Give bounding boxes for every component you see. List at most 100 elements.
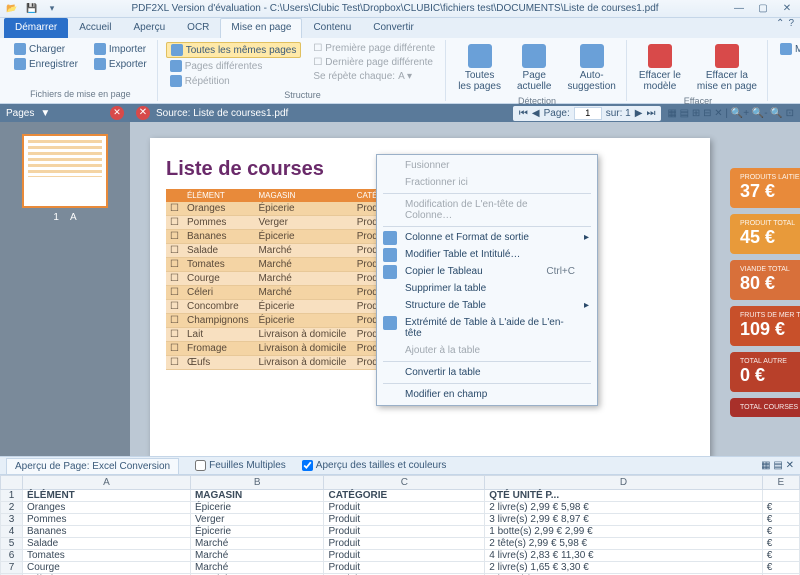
maximize-icon[interactable]: ▢	[754, 3, 772, 14]
preview-header: Aperçu de Page: Excel Conversion Feuille…	[0, 457, 800, 475]
page-input[interactable]	[574, 107, 602, 120]
page-actuelle-button[interactable]: Page actuelle	[513, 42, 555, 94]
context-menu-item[interactable]: Structure de Table▸	[379, 297, 595, 314]
page-of-label: sur: 1	[606, 108, 631, 119]
toutes-memes-pages-button[interactable]: Toutes les mêmes pages	[166, 42, 302, 58]
group-detection: Toutes les pages Page actuelle Auto-sugg…	[448, 40, 627, 101]
close-icon[interactable]: ✕	[778, 3, 796, 14]
thumb-labels: 1 A	[0, 212, 130, 223]
mise-en-page-copie-button[interactable]: Mise en page de la copie ▾	[776, 42, 800, 56]
pages-panel-title: Pages	[6, 108, 34, 119]
feuilles-multiples-check[interactable]: Feuilles Multiples	[195, 460, 286, 471]
summary-card: PRODUITS LAITIERS TOTAL37 €	[730, 168, 800, 208]
context-menu-item[interactable]: Modifier Table et Intitulé…	[379, 246, 595, 263]
help-area: ⌃ ?	[776, 18, 800, 38]
group-title-disposition: Disposition de page	[776, 89, 800, 99]
pages-panel: Pages ▼ ✕ 1 A	[0, 104, 130, 456]
importer-button[interactable]: Importer	[90, 42, 151, 56]
tab-accueil[interactable]: Accueil	[68, 18, 122, 38]
qat-save-icon[interactable]: 💾	[24, 2, 40, 16]
auto-suggestion-button[interactable]: Auto-suggestion	[563, 42, 619, 94]
group-title-fichiers: Fichiers de mise en page	[10, 89, 151, 99]
minimize-icon[interactable]: —	[730, 3, 748, 14]
export-icon	[94, 58, 106, 70]
summary-card: TOTAL AUTRE0 €	[730, 352, 800, 392]
page-label: Page:	[544, 108, 570, 119]
pages-differentes-button[interactable]: Pages différentes	[166, 59, 302, 73]
copy-layout-icon	[780, 43, 792, 55]
import-icon	[94, 43, 106, 55]
doc-close-icon[interactable]: ✕	[136, 106, 150, 120]
summary-card: VIANDE TOTAL80 €	[730, 260, 800, 300]
effacer-mise-button[interactable]: Effacer la mise en page	[693, 42, 761, 94]
repetition-button[interactable]: Répétition	[166, 74, 302, 88]
ribbon-tabs: Démarrer Accueil Aperçu OCR Mise en page…	[0, 18, 800, 38]
context-menu-item[interactable]: Convertir la table	[379, 364, 595, 381]
summary-card: FRUITS DE MER TOTAL109 €	[730, 306, 800, 346]
preview-grid[interactable]: ABCDE1ÉLÉMENTMAGASINCATÉGORIEQTÉ UNITÉ P…	[0, 475, 800, 575]
premiere-page-diff[interactable]: ☐ Première page différente	[309, 42, 439, 55]
page-nav: ⏮ ◀ Page: sur: 1 ▶ ⏭	[513, 106, 662, 121]
enregistrer-button[interactable]: Enregistrer	[10, 57, 82, 71]
context-menu-item[interactable]: Fractionner ici	[379, 174, 595, 191]
clear-model-icon	[648, 44, 672, 68]
panel-close-icon[interactable]: ✕	[110, 106, 124, 120]
help-icon[interactable]: ?	[788, 18, 794, 38]
effacer-modele-button[interactable]: Effacer le modèle	[635, 42, 685, 94]
charger-button[interactable]: Charger	[10, 42, 82, 56]
se-repete-label: Se répète chaque: A ▾	[309, 70, 439, 83]
quick-access-toolbar: 📂 💾 ▾	[4, 2, 60, 16]
tab-demarrer[interactable]: Démarrer	[4, 18, 68, 38]
context-menu-item[interactable]: Modification de L'en-tête de Colonne…	[379, 196, 595, 224]
context-menu-item[interactable]: Copier le TableauCtrl+C	[379, 263, 595, 280]
source-label: Source: Liste de courses1.pdf	[156, 108, 507, 119]
tab-mise-en-page[interactable]: Mise en page	[220, 18, 302, 38]
current-page-icon	[522, 44, 546, 68]
clear-layout-icon	[715, 44, 739, 68]
apercu-tailles-check[interactable]: Aperçu des tailles et couleurs	[302, 460, 447, 471]
context-menu-item[interactable]: Colonne et Format de sortie▸	[379, 229, 595, 246]
group-effacer: Effacer le modèle Effacer la mise en pag…	[629, 40, 768, 101]
qat-dropdown-icon[interactable]: ▾	[44, 2, 60, 16]
group-title-structure: Structure	[166, 90, 439, 100]
context-menu-item[interactable]: Extrémité de Table à L'aide de L'en-tête	[379, 314, 595, 342]
pages-panel-header: Pages ▼ ✕	[0, 104, 130, 122]
window-title: PDF2XL Version d'évaluation - C:\Users\C…	[60, 3, 730, 14]
repeat-icon	[170, 75, 182, 87]
derniere-page-diff[interactable]: ☐ Dernière page différente	[309, 56, 439, 69]
pages-diff-icon	[170, 60, 182, 72]
tab-apercu[interactable]: Aperçu	[122, 18, 176, 38]
tab-contenu[interactable]: Contenu	[302, 18, 362, 38]
nav-last-icon[interactable]: ⏭	[646, 108, 655, 119]
nav-prev-icon[interactable]: ◀	[532, 108, 540, 119]
exporter-button[interactable]: Exporter	[90, 57, 151, 71]
toutes-pages-button[interactable]: Toutes les pages	[454, 42, 505, 94]
nav-next-icon[interactable]: ▶	[635, 108, 643, 119]
tool-icons[interactable]: ▦ ▤ ⊞ ⊟ ✕ | 🔍+ 🔍- 🔍 ⊡	[667, 108, 794, 119]
tab-convertir[interactable]: Convertir	[362, 18, 425, 38]
summary-card: PRODUIT TOTAL45 €	[730, 214, 800, 254]
qat-open-icon[interactable]: 📂	[4, 2, 20, 16]
preview-panel: Aperçu de Page: Excel Conversion Feuille…	[0, 456, 800, 575]
nav-first-icon[interactable]: ⏮	[519, 108, 528, 119]
page-thumbnail[interactable]	[22, 134, 108, 208]
group-fichiers: Charger Enregistrer Importer Exporter Fi…	[4, 40, 158, 101]
summary-card: TOTAL COURSES	[730, 398, 800, 417]
context-menu-item[interactable]: Supprimer la table	[379, 280, 595, 297]
minimize-ribbon-icon[interactable]: ⌃	[776, 18, 784, 38]
summary-cards: PRODUITS LAITIERS TOTAL37 € PRODUIT TOTAL…	[730, 168, 800, 417]
title-bar: 📂 💾 ▾ PDF2XL Version d'évaluation - C:\U…	[0, 0, 800, 18]
auto-icon	[580, 44, 604, 68]
tab-ocr[interactable]: OCR	[176, 18, 220, 38]
save-icon	[14, 58, 26, 70]
context-menu-item[interactable]: Ajouter à la table	[379, 342, 595, 359]
preview-tools[interactable]: ▦ ▤ ✕	[761, 460, 794, 471]
context-menu-item[interactable]: Fusionner	[379, 157, 595, 174]
group-disposition: Mise en page de la copie ▾ Disposition d…	[770, 40, 800, 101]
group-structure: Toutes les mêmes pages Pages différentes…	[160, 40, 446, 101]
preview-tab[interactable]: Aperçu de Page: Excel Conversion	[6, 458, 179, 474]
window-controls: — ▢ ✕	[730, 3, 796, 14]
all-pages-icon	[468, 44, 492, 68]
context-menu-item[interactable]: Modifier en champ	[379, 386, 595, 403]
filter-icon[interactable]: ▼	[40, 108, 50, 119]
